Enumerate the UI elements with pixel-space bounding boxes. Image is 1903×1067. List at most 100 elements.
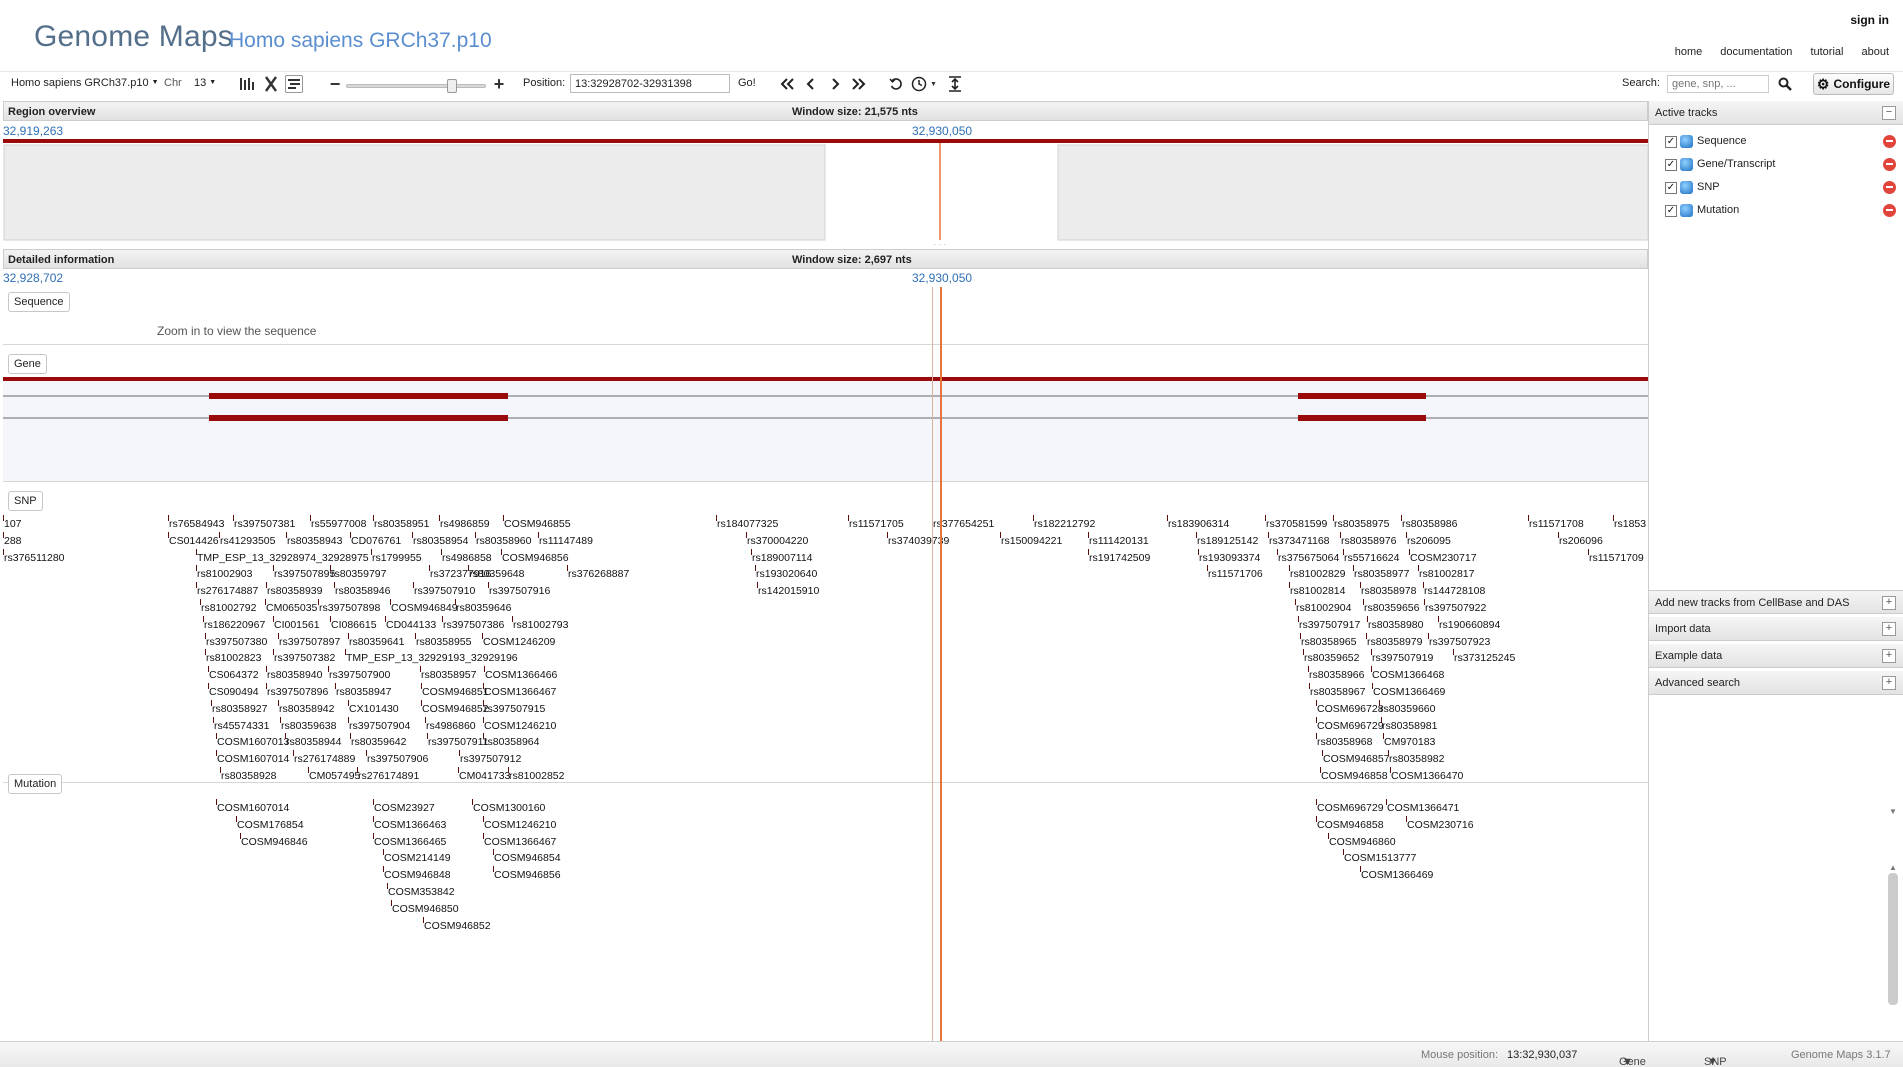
fast-backward-icon[interactable]	[778, 75, 796, 93]
feature-label[interactable]: rs80358975	[1334, 518, 1389, 530]
feature-label[interactable]: rs397507919	[1372, 652, 1433, 664]
zoom-out-icon[interactable]: −	[326, 74, 344, 94]
feature-label[interactable]: rs80358966	[1309, 669, 1364, 681]
feature-label[interactable]: CM065035	[266, 602, 317, 614]
feature-label[interactable]: rs397507904	[349, 720, 410, 732]
feature-label[interactable]: 107	[4, 518, 22, 530]
feature-label[interactable]: TMP_ESP_13_32929193_32929196	[346, 652, 518, 664]
checkbox-checked-icon[interactable]: ✓	[1665, 205, 1677, 217]
feature-label[interactable]: rs80358946	[335, 585, 390, 597]
feature-label[interactable]: CS064372	[209, 669, 259, 681]
expand-icon[interactable]: +	[1882, 622, 1896, 636]
chromosome-select[interactable]: 13 ▼	[194, 77, 216, 89]
feature-label[interactable]: COSM353842	[388, 886, 455, 898]
feature-label[interactable]: rs370004220	[747, 535, 808, 547]
zoom-slider-thumb[interactable]	[446, 79, 457, 93]
feature-label[interactable]: CI086615	[331, 619, 377, 631]
feature-label[interactable]: rs373125245	[1454, 652, 1515, 664]
feature-label[interactable]: rs183906314	[1168, 518, 1229, 530]
feature-label[interactable]: CX101430	[349, 703, 399, 715]
example-data-section[interactable]: Example data +	[1649, 644, 1903, 668]
nav-documentation-link[interactable]: documentation	[1720, 46, 1792, 58]
feature-label[interactable]: rs80358940	[267, 669, 322, 681]
feature-label[interactable]: COSM1366463	[374, 819, 446, 831]
scroll-down-arrow-icon[interactable]: ▼	[1889, 807, 1897, 816]
feature-label[interactable]: COSM1366471	[1387, 802, 1459, 814]
feature-label[interactable]: COSM946854	[494, 852, 561, 864]
feature-label[interactable]: rs373471168	[1269, 535, 1330, 547]
feature-label[interactable]: COSM1607013	[217, 736, 289, 748]
nav-about-link[interactable]: about	[1861, 46, 1889, 58]
snp-track[interactable]: 107 rs76584943 rs397507381 rs55977008 rs8035…	[3, 515, 1648, 781]
feature-label[interactable]: rs184077325	[717, 518, 778, 530]
feature-label[interactable]: COSM214149	[384, 852, 451, 864]
feature-label[interactable]: rs397507923	[1429, 636, 1490, 648]
feature-label[interactable]: COSM946849	[391, 602, 458, 614]
feature-label[interactable]: rs276174887	[197, 585, 258, 597]
feature-label[interactable]: rs397507915	[484, 703, 545, 715]
feature-label[interactable]: rs193020640	[756, 568, 817, 580]
feature-label[interactable]: rs4986860	[426, 720, 476, 732]
feature-label[interactable]: rs80359641	[349, 636, 404, 648]
feature-label[interactable]: CM970183	[1384, 736, 1435, 748]
feature-label[interactable]: rs80358986	[1402, 518, 1457, 530]
sign-in-link[interactable]: sign in	[1850, 13, 1889, 27]
feature-label[interactable]: CD044133	[386, 619, 436, 631]
feature-label[interactable]: rs80358982	[1389, 753, 1444, 765]
feature-label[interactable]: COSM946856	[502, 552, 569, 564]
feature-label[interactable]: rs81002823	[206, 652, 261, 664]
feature-label[interactable]: rs11571705	[849, 518, 904, 530]
feature-label[interactable]: COSM946848	[384, 869, 451, 881]
feature-label[interactable]: rs397507381	[234, 518, 295, 530]
feature-label[interactable]: rs55716624	[1344, 552, 1399, 564]
feature-label[interactable]: COSM946858	[1317, 819, 1384, 831]
feature-label[interactable]: rs397507906	[367, 753, 428, 765]
feature-label[interactable]: COSM946852	[424, 920, 491, 932]
feature-label[interactable]: COSM1366469	[1361, 869, 1433, 881]
remove-track-icon[interactable]	[1883, 181, 1896, 194]
region-overview-track[interactable]: · · ·	[3, 139, 1648, 343]
go-button[interactable]: Go!	[738, 77, 756, 89]
feature-label[interactable]: rs80358979	[1367, 636, 1422, 648]
sequence-track-label[interactable]: Sequence	[8, 292, 70, 312]
feature-label[interactable]: COSM696728	[1317, 703, 1384, 715]
feature-label[interactable]: rs397507917	[1299, 619, 1360, 631]
feature-label[interactable]: rs397507386	[443, 619, 504, 631]
feature-label[interactable]: rs142015910	[758, 585, 819, 597]
feature-label[interactable]: rs111420131	[1089, 535, 1149, 547]
feature-label[interactable]: rs80358954	[413, 535, 468, 547]
feature-label[interactable]: COSM1513777	[1344, 852, 1416, 864]
feature-label[interactable]: rs80358944	[286, 736, 341, 748]
zoom-slider[interactable]	[346, 79, 486, 93]
feature-label[interactable]: COSM1246209	[483, 636, 555, 648]
feature-label[interactable]: CS090494	[209, 686, 259, 698]
feature-label[interactable]: rs397507916	[489, 585, 550, 597]
feature-label[interactable]: rs397507912	[460, 753, 521, 765]
feature-label[interactable]: rs45574331	[214, 720, 269, 732]
feature-label[interactable]: CD076761	[351, 535, 401, 547]
checkbox-checked-icon[interactable]: ✓	[1665, 182, 1677, 194]
feature-label[interactable]: rs397507922	[1425, 602, 1486, 614]
feature-label[interactable]: rs276174889	[294, 753, 355, 765]
feature-label[interactable]: rs80358943	[287, 535, 342, 547]
feature-label[interactable]: rs80358947	[336, 686, 391, 698]
feature-label[interactable]: COSM1246210	[484, 720, 556, 732]
feature-label[interactable]: rs80359656	[1364, 602, 1419, 614]
feature-label[interactable]: rs80358981	[1382, 720, 1437, 732]
exon-2a[interactable]	[1298, 393, 1426, 399]
feature-label[interactable]: rs76584943	[169, 518, 224, 530]
feature-label[interactable]: rs80358942	[279, 703, 334, 715]
feature-label[interactable]: rs80358965	[1301, 636, 1356, 648]
feature-label[interactable]: COSM1366465	[374, 836, 446, 848]
feature-label[interactable]: rs81002904	[1296, 602, 1351, 614]
remove-track-icon[interactable]	[1883, 158, 1896, 171]
feature-label[interactable]: CI001561	[274, 619, 320, 631]
expand-tracks-icon[interactable]	[946, 75, 964, 93]
feature-label[interactable]: rs189007114	[752, 552, 813, 564]
feature-label[interactable]: rs80358976	[1341, 535, 1396, 547]
feature-label[interactable]: rs80358968	[1317, 736, 1372, 748]
feature-label[interactable]: rs80358980	[1368, 619, 1423, 631]
feature-label[interactable]: 288	[4, 535, 22, 547]
collapse-icon[interactable]: −	[1882, 106, 1896, 120]
feature-label[interactable]: rs80358939	[267, 585, 322, 597]
